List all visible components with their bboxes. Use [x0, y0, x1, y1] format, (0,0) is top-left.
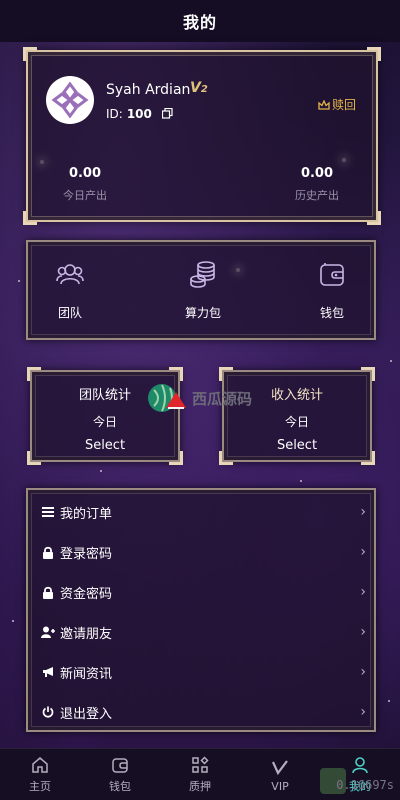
home-icon — [31, 755, 49, 775]
team-stats-select[interactable]: Select — [32, 438, 178, 453]
load-timer: 0.16697s — [336, 778, 394, 792]
quick-item-wallet[interactable]: 钱包 — [292, 258, 372, 321]
watermark: 西瓜源码 — [146, 380, 252, 416]
top-bar: 我的 — [0, 0, 400, 42]
crown-icon — [318, 99, 330, 110]
star-decoration — [12, 620, 14, 622]
quick-item-team[interactable]: 团队 — [30, 258, 110, 321]
rebate-button[interactable]: 赎回 — [318, 96, 356, 113]
chevron-right-icon: › — [360, 584, 366, 600]
quick-menu: 团队 算力包 钱包 — [26, 240, 376, 340]
quick-item-hashrate-package[interactable]: 算力包 — [163, 258, 243, 321]
nav-home[interactable]: 主页 — [0, 749, 80, 800]
list-item-login-password[interactable]: 登录密码 › — [40, 532, 366, 572]
chevron-right-icon: › — [360, 624, 366, 640]
user-icon — [351, 755, 369, 775]
watermelon-logo-icon — [148, 384, 186, 412]
list-item-invite-friends[interactable]: 邀请朋友 › — [40, 612, 366, 652]
profile-card: Syah Ardian V2 ID: 100 赎回 0.00 今日产出 0.00 … — [23, 47, 381, 225]
team-icon — [30, 258, 110, 290]
chevron-right-icon: › — [360, 704, 366, 720]
add-user-icon — [40, 626, 56, 638]
grid-icon — [191, 755, 209, 775]
list-item-logout[interactable]: 退出登入 › — [40, 692, 366, 732]
today-output-stat: 0.00 今日产出 — [63, 166, 107, 202]
wallet-icon — [111, 755, 129, 775]
nav-staking[interactable]: 质押 — [160, 749, 240, 800]
page-title: 我的 — [182, 13, 217, 32]
power-icon — [40, 706, 56, 718]
star-decoration — [100, 470, 102, 472]
copy-icon[interactable] — [161, 107, 173, 122]
star-decoration — [390, 360, 392, 362]
coins-icon — [163, 258, 243, 290]
megaphone-icon — [40, 666, 56, 678]
menu-icon — [40, 507, 56, 517]
avatar-emblem-icon — [51, 81, 89, 119]
nav-wallet[interactable]: 钱包 — [80, 749, 160, 800]
lock-icon — [40, 586, 56, 599]
star-decoration — [388, 700, 390, 702]
star-decoration — [300, 480, 302, 482]
list-item-my-orders[interactable]: 我的订单 › — [40, 492, 366, 532]
list-item-fund-password[interactable]: 资金密码 › — [40, 572, 366, 612]
settings-list: 我的订单 › 登录密码 › 资金密码 › 邀请朋友 › 新闻资讯 › 退出登入 … — [26, 488, 376, 732]
income-stats-select[interactable]: Select — [224, 438, 370, 453]
chevron-right-icon: › — [360, 544, 366, 560]
vip-icon — [271, 757, 289, 777]
chevron-right-icon: › — [360, 664, 366, 680]
history-output-stat: 0.00 历史产出 — [295, 166, 339, 202]
vip-level-badge: V2 — [190, 80, 208, 96]
lock-icon — [40, 546, 56, 559]
user-id: ID: 100 — [106, 107, 173, 122]
avatar[interactable] — [46, 76, 94, 124]
star-decoration — [18, 280, 20, 282]
list-item-news[interactable]: 新闻资讯 › — [40, 652, 366, 692]
wallet-icon — [292, 258, 372, 290]
username: Syah Ardian — [106, 82, 191, 98]
nav-vip[interactable]: VIP — [240, 749, 320, 800]
chevron-right-icon: › — [360, 504, 366, 520]
